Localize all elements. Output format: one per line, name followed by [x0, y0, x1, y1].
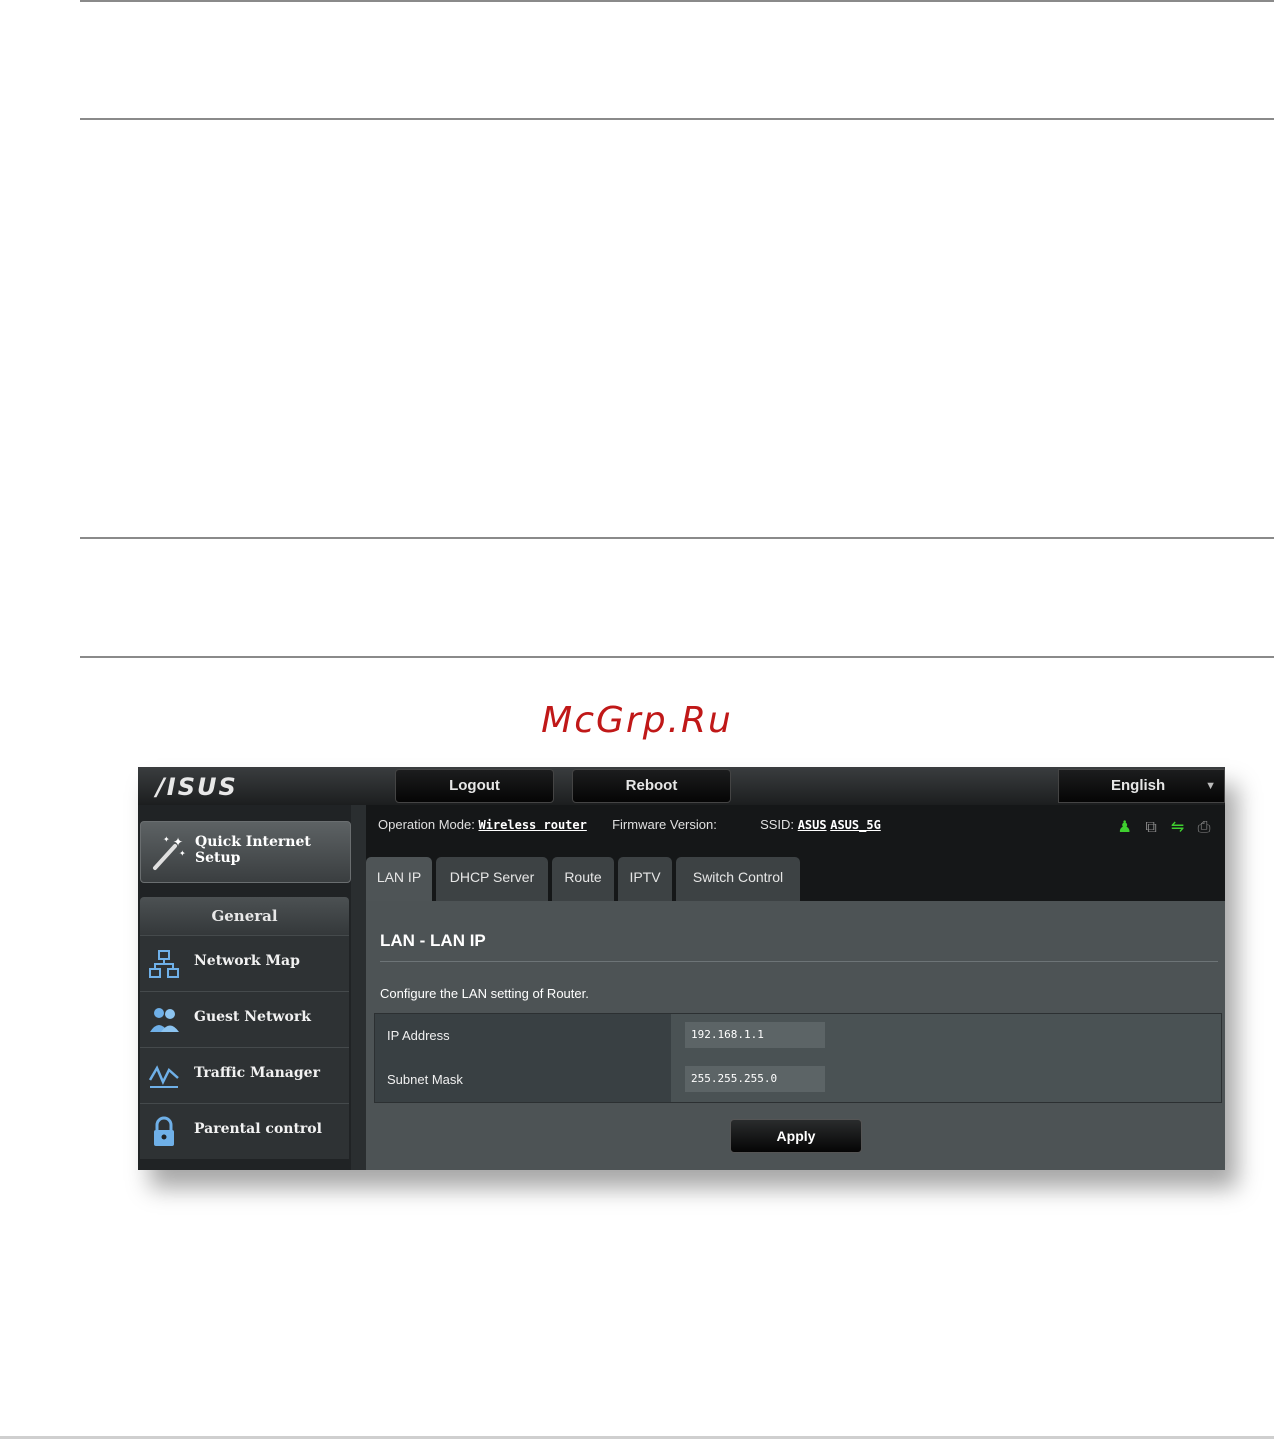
svg-text:✦: ✦ [173, 835, 183, 849]
quick-setup-label: Quick Internet Setup [195, 834, 311, 866]
usb-icon[interactable]: ⇋ [1167, 817, 1189, 837]
client-status-icon[interactable]: ♟ [1114, 817, 1136, 837]
sidebar-item-network-map[interactable]: Network Map [140, 935, 349, 991]
apply-button[interactable]: Apply [730, 1119, 862, 1153]
tab-route[interactable]: Route [552, 857, 614, 901]
tab-iptv[interactable]: IPTV [618, 857, 672, 901]
language-select[interactable]: English ▼ [1058, 769, 1225, 803]
reboot-button[interactable]: Reboot [572, 769, 731, 803]
asus-logo: /ISUS [156, 773, 238, 801]
sidebar-item-traffic-manager[interactable]: Traffic Manager [140, 1047, 349, 1103]
table-row: Subnet Mask 255.255.255.0 [375, 1058, 1221, 1102]
svg-text:✦: ✦ [163, 835, 170, 844]
page-description: Configure the LAN setting of Router. [380, 986, 589, 1001]
quick-internet-setup-button[interactable]: ✦ ✦ ✦ Quick Internet Setup [140, 821, 351, 883]
sidebar-item-label: Guest Network [194, 1009, 311, 1025]
rule-3 [80, 537, 1274, 539]
traffic-manager-icon [148, 1065, 179, 1088]
sidebar-item-parental-control[interactable]: Parental control [140, 1103, 349, 1159]
language-value: English [1111, 777, 1166, 794]
status-line: Operation Mode: Wireless router Firmware… [378, 817, 881, 832]
router-screenshot: /ISUS Logout Reboot English ▼ ✦ ✦ ✦ Quic… [138, 767, 1225, 1170]
rule-1 [80, 0, 1274, 2]
sidebar-item-label: Network Map [194, 953, 300, 969]
network-map-icon [149, 950, 179, 978]
sidebar-item-label: Traffic Manager [194, 1065, 320, 1081]
network-status-icon[interactable]: ⧉ [1140, 819, 1162, 837]
ssid-label: SSID: [760, 817, 795, 832]
logout-button[interactable]: Logout [395, 769, 554, 803]
ssid-link-2[interactable]: ASUS_5G [830, 818, 881, 832]
watermark: McGrp.Ru [541, 700, 733, 741]
subnet-mask-input[interactable]: 255.255.255.0 [685, 1066, 825, 1092]
ip-address-label: IP Address [375, 1014, 671, 1058]
chevron-down-icon: ▼ [1205, 780, 1216, 792]
lock-icon [154, 1116, 174, 1146]
printer-icon[interactable]: ⎙ [1193, 819, 1215, 837]
title-divider [380, 961, 1218, 962]
tab-dhcp-server[interactable]: DHCP Server [436, 857, 548, 901]
ip-address-input[interactable]: 192.168.1.1 [685, 1022, 825, 1048]
lan-settings-table: IP Address 192.168.1.1 Subnet Mask 255.2… [374, 1013, 1222, 1103]
subnet-mask-cell: 255.255.255.0 [671, 1058, 1221, 1102]
rule-2 [80, 118, 1274, 120]
operation-mode-link[interactable]: Wireless router [478, 818, 586, 832]
ip-address-cell: 192.168.1.1 [671, 1014, 1221, 1058]
table-row: IP Address 192.168.1.1 [375, 1014, 1221, 1058]
firmware-label: Firmware Version: [612, 817, 717, 832]
ssid-link-1[interactable]: ASUS [798, 818, 827, 832]
page-bottom-rule [0, 1436, 1274, 1439]
guest-network-icon [150, 1008, 179, 1032]
sidebar: ✦ ✦ ✦ Quick Internet Setup General Netwo… [138, 805, 351, 1170]
svg-text:✦: ✦ [179, 849, 186, 858]
sidebar-item-guest-network[interactable]: Guest Network [140, 991, 349, 1047]
general-section-header: General [140, 897, 349, 935]
tab-switch-control[interactable]: Switch Control [676, 857, 800, 901]
status-icons: ♟ ⧉ ⇋ ⎙ [1114, 817, 1215, 837]
main-content: Operation Mode: Wireless router Firmware… [366, 805, 1225, 1170]
tab-lan-ip[interactable]: LAN IP [366, 857, 432, 901]
sidebar-item-label: Parental control [194, 1121, 322, 1137]
subnet-mask-label: Subnet Mask [375, 1058, 671, 1102]
magic-wand-icon: ✦ ✦ ✦ [153, 835, 186, 870]
rule-4 [80, 656, 1274, 658]
top-bar: /ISUS Logout Reboot English ▼ [138, 767, 1225, 805]
page-title: LAN - LAN IP [380, 931, 486, 950]
lan-ip-panel: LAN - LAN IP Configure the LAN setting o… [366, 901, 1225, 1170]
operation-mode-label: Operation Mode: [378, 817, 475, 832]
